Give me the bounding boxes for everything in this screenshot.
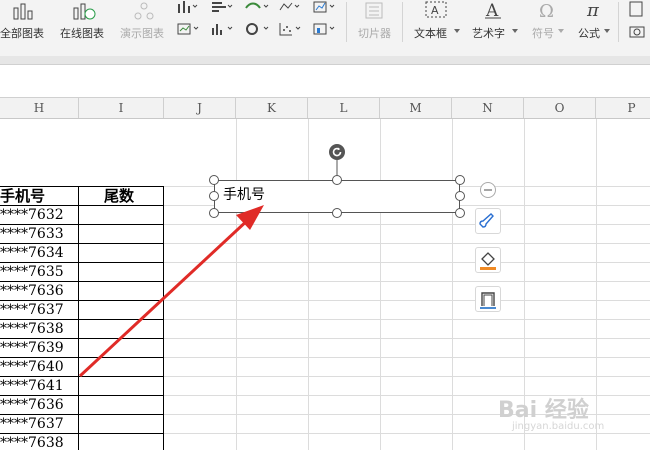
red-arrow-annotation — [78, 205, 264, 378]
watermark-text: Bai 经验 — [498, 398, 589, 423]
watermark-url: jingyan.baidu.com — [512, 421, 605, 432]
